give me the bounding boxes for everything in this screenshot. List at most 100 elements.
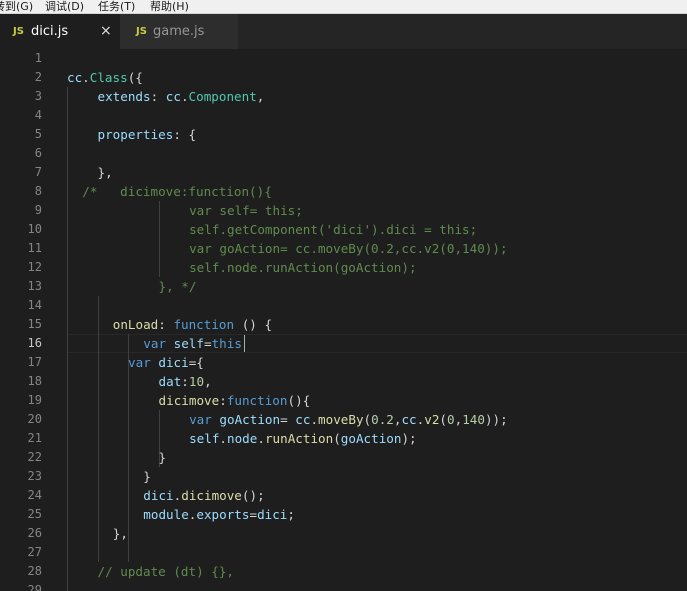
tab-game-js[interactable]: JS game.js <box>120 14 238 49</box>
code-token: self.getComponent('dici').dici = this; <box>189 222 478 237</box>
code-token: = <box>249 507 258 522</box>
menu-item-tasks[interactable]: 任务(T) <box>98 0 135 13</box>
code-line[interactable]: }, */ <box>159 277 197 296</box>
javascript-file-icon: JS <box>136 26 147 37</box>
code-token: , <box>204 374 212 389</box>
indent-guide <box>67 87 68 591</box>
code-line[interactable]: var self=this <box>143 334 242 353</box>
code-token: goAction <box>340 431 402 446</box>
code-token: // update (dt) {}, <box>97 564 234 579</box>
code-token: ( <box>333 431 341 446</box>
code-token: . <box>180 89 189 104</box>
code-token: () { <box>234 317 273 332</box>
code-token: }, <box>97 165 113 180</box>
tab-bar: JS dici.js × JS game.js <box>0 14 687 49</box>
line-number: 5 <box>34 127 42 141</box>
code-token: . <box>257 431 265 446</box>
line-number: 13 <box>27 279 42 293</box>
line-number: 2 <box>34 70 42 84</box>
code-line[interactable]: }, <box>98 163 113 182</box>
line-number: 9 <box>34 203 42 217</box>
menu-item-goto[interactable]: 转到(G) <box>0 0 33 13</box>
code-token: var self= this; <box>189 203 303 218</box>
code-token: Class <box>89 70 128 85</box>
code-line[interactable]: self.node.runAction(goAction); <box>189 429 417 448</box>
line-number: 21 <box>27 431 42 445</box>
code-line[interactable]: var dici={ <box>128 353 204 372</box>
line-number: 22 <box>27 450 42 464</box>
code-token: : <box>150 89 166 104</box>
close-icon[interactable]: × <box>100 23 112 39</box>
code-line[interactable]: } <box>159 448 167 467</box>
code-token: self <box>189 431 220 446</box>
code-token: dat <box>158 374 182 389</box>
code-token: dici <box>257 507 288 522</box>
code-token: . <box>310 412 319 427</box>
code-line[interactable]: module.exports=dici; <box>143 505 295 524</box>
code-line[interactable]: }, <box>113 524 128 543</box>
code-token: . <box>82 70 90 85</box>
code-line[interactable]: dici.dicimove(); <box>143 486 264 505</box>
code-line[interactable]: cc.Class({ <box>67 68 143 87</box>
code-line[interactable]: onLoad: function () { <box>113 315 272 334</box>
tab-dici-js[interactable]: JS dici.js × <box>0 14 120 49</box>
line-number: 16 <box>27 336 42 350</box>
line-number: 15 <box>27 317 42 331</box>
line-number: 12 <box>27 260 42 274</box>
text-cursor <box>244 335 245 352</box>
line-number-gutter: 1 2 3 4 5 6 7 8 9 10 11 12 13 14 15 16 17 18 19 20 21 22 23 24 2… <box>0 49 48 591</box>
code-token: /* dicimove:function(){ <box>82 184 272 199</box>
tab-label: game.js <box>153 24 205 39</box>
code-token: self.node.runAction(goAction); <box>189 260 417 275</box>
code-token: ={ <box>188 355 204 370</box>
code-line[interactable]: } <box>143 467 151 486</box>
code-token: ; <box>287 507 295 522</box>
code-token: dicimove <box>158 393 220 408</box>
line-number: 7 <box>34 165 42 179</box>
code-line[interactable]: properties: { <box>98 125 197 144</box>
code-token: function <box>226 393 288 408</box>
line-number: 4 <box>34 108 42 122</box>
code-token: 10 <box>188 374 205 389</box>
code-token: : <box>219 393 227 408</box>
code-token: = <box>280 412 296 427</box>
code-token: v2 <box>424 412 440 427</box>
code-line[interactable]: var goAction= cc.moveBy(0.2,cc.v2(0,140)… <box>189 410 508 429</box>
code-token: = <box>203 336 212 351</box>
code-token: cc <box>165 89 181 104</box>
line-number: 17 <box>27 355 42 369</box>
code-token: 0.2 <box>371 412 394 427</box>
code-line[interactable]: dat:10, <box>159 372 212 391</box>
line-number: 3 <box>34 89 42 103</box>
menu-item-help[interactable]: 帮助(H) <box>150 0 189 13</box>
code-token: : { <box>173 127 197 142</box>
line-number: 19 <box>27 393 42 407</box>
code-line[interactable]: var goAction= cc.moveBy(0.2,cc.v2(0,140)… <box>189 239 507 258</box>
code-token: cc <box>295 412 311 427</box>
code-line[interactable]: var self= this; <box>189 201 303 220</box>
code-line[interactable]: /* dicimove:function(){ <box>82 182 272 201</box>
code-token: }, <box>112 526 128 541</box>
code-line[interactable]: extends: cc.Component, <box>98 87 265 106</box>
code-editor[interactable]: 1 2 3 4 5 6 7 8 9 10 11 12 13 14 15 16 17 18 19 20 21 22 23 24 2… <box>0 49 687 591</box>
javascript-file-icon: JS <box>13 26 24 37</box>
line-number: 27 <box>27 545 42 559</box>
code-line[interactable]: dicimove:function(){ <box>159 391 311 410</box>
code-token: moveBy <box>318 412 364 427</box>
code-token: dici <box>158 355 189 370</box>
code-token: goAction <box>219 412 281 427</box>
indent-guide <box>98 296 99 562</box>
code-token: dicimove <box>181 488 242 503</box>
code-line[interactable]: self.getComponent('dici').dici = this; <box>189 220 477 239</box>
menu-item-debug[interactable]: 调试(D) <box>45 0 84 13</box>
code-token: extends <box>97 89 151 104</box>
code-token: ( <box>439 412 447 427</box>
code-line[interactable]: self.node.runAction(goAction); <box>189 258 416 277</box>
code-token: var <box>189 412 212 427</box>
line-number: 11 <box>27 241 42 255</box>
code-token: onLoad <box>112 317 159 332</box>
line-number: 18 <box>27 374 42 388</box>
tab-label: dici.js <box>31 24 69 39</box>
code-line[interactable]: // update (dt) {}, <box>98 562 234 581</box>
